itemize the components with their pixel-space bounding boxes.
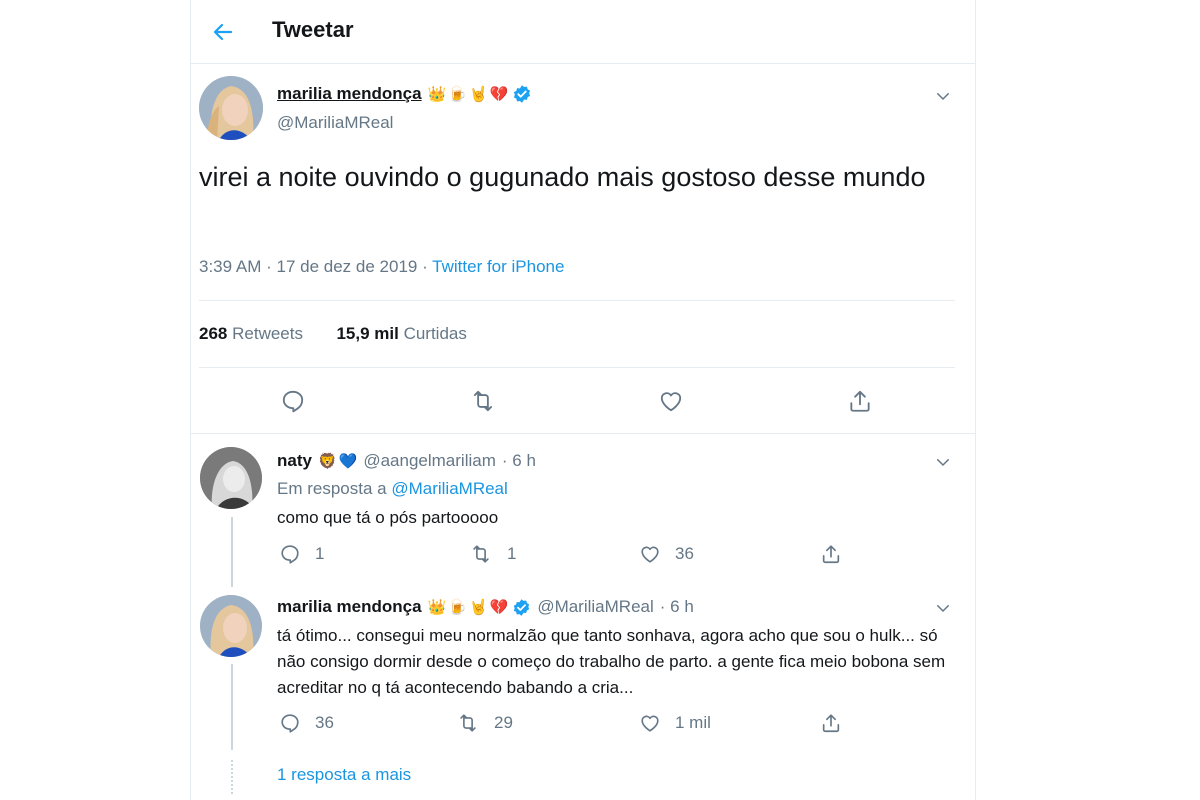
reply-icon [279,712,301,734]
share-icon [820,543,842,565]
reply-time[interactable]: · 6 h [502,451,536,471]
blue-heart-emoji: 💙 [338,451,358,470]
reply-text: tá ótimo... consegui meu normalzão que t… [277,626,946,697]
reply-context: Em resposta a @MariliaMReal [277,479,508,499]
like-icon [658,388,684,414]
reply-to-mention[interactable]: @MariliaMReal [391,479,507,498]
reply-icon [279,543,301,565]
horns-emoji: 🤘 [468,597,488,616]
tweet-column: Tweetar marilia mendonça 👑 🍺 🤘 💔 @Marili… [190,0,976,800]
share-button[interactable] [820,543,842,565]
tweet-source-link[interactable]: Twitter for iPhone [432,257,564,276]
retweets-stat[interactable]: 268 Retweets [199,324,303,343]
crown-emoji: 👑 [427,597,447,616]
author-handle[interactable]: @MariliaMReal [277,113,393,133]
likes-stat[interactable]: 15,9 mil Curtidas [336,324,466,343]
reply-author-handle[interactable]: @aangelmariliam [363,451,496,471]
retweet-count: 1 [507,544,517,563]
chevron-down-icon [934,87,952,105]
meta-separator: · [266,257,277,276]
retweet-icon [469,543,493,565]
verified-badge-icon [512,84,532,104]
retweets-label: Retweets [232,324,303,343]
chevron-down-icon [934,453,952,471]
like-button[interactable]: 1 mil [639,712,711,734]
reply-button[interactable]: 36 [279,712,334,734]
crown-emoji: 👑 [427,84,447,103]
meta-separator: · [422,257,433,276]
tweet-text: virei a noite ouvindo o gugunado mais go… [199,162,926,192]
like-button[interactable] [656,386,686,416]
page-header: Tweetar [191,0,975,64]
show-more-replies-link[interactable]: 1 resposta a mais [277,765,411,785]
retweet-button[interactable] [468,386,498,416]
reply-menu-button[interactable] [931,596,955,620]
beer-emoji: 🍺 [448,84,467,103]
back-arrow-icon [211,20,235,44]
like-button[interactable]: 36 [639,543,694,565]
share-button[interactable] [820,712,842,734]
reply-button[interactable]: 1 [279,543,324,565]
retweets-count: 268 [199,324,228,343]
reply-time[interactable]: · 6 h [660,597,694,617]
author-name[interactable]: marilia mendonça [277,84,422,104]
divider [191,433,975,434]
thread-dots [231,760,233,794]
verified-badge-icon [512,598,531,617]
avatar[interactable] [200,595,262,657]
retweet-count: 29 [494,713,513,732]
tweet-menu-button[interactable] [931,84,955,108]
thread-line [231,517,233,587]
page-title: Tweetar [272,17,354,42]
avatar[interactable] [200,447,262,509]
avatar[interactable] [199,76,263,140]
like-icon [639,712,661,734]
tweet-stats: 268 Retweets 15,9 mil Curtidas [199,324,467,344]
reply-count: 36 [315,713,334,732]
reply-author-name[interactable]: naty [277,451,312,471]
broken-heart-emoji: 💔 [489,84,509,103]
reply-author-row[interactable]: naty 🦁 💙 @aangelmariliam · 6 h [277,451,536,471]
retweet-button[interactable]: 1 [469,543,516,565]
thread-line [231,664,233,750]
reply-author-name[interactable]: marilia mendonça [277,597,422,617]
broken-heart-emoji: 💔 [489,597,509,616]
reply-author-row[interactable]: marilia mendonça 👑 🍺 🤘 💔 @MariliaMReal ·… [277,597,694,617]
tweet-time[interactable]: 3:39 AM [199,257,261,276]
horns-emoji: 🤘 [468,84,488,103]
reply-count: 1 [315,544,325,563]
retweet-button[interactable]: 29 [456,712,513,734]
share-icon [847,388,873,414]
like-count: 1 mil [675,713,711,732]
like-icon [639,543,661,565]
share-icon [820,712,842,734]
chevron-down-icon [934,599,952,617]
reply-text: como que tá o pós partooooo [277,508,499,527]
back-button[interactable] [205,14,241,50]
tweet-date[interactable]: 17 de dez de 2019 [277,257,418,276]
reply-author-handle[interactable]: @MariliaMReal [537,597,653,617]
author-name-row[interactable]: marilia mendonça 👑 🍺 🤘 💔 [277,84,532,104]
lion-emoji: 🦁 [317,451,337,470]
retweet-icon [456,712,480,734]
tweet-actions [191,368,975,432]
likes-count: 15,9 mil [336,324,399,343]
share-button[interactable] [845,386,875,416]
divider [199,300,955,301]
like-count: 36 [675,544,694,563]
tweet-meta: 3:39 AM · 17 de dez de 2019 · Twitter fo… [199,257,564,277]
reply-icon [280,388,306,414]
beer-emoji: 🍺 [448,597,467,616]
retweet-icon [469,388,497,414]
reply-to-prefix: Em resposta a [277,479,387,498]
reply-menu-button[interactable] [931,450,955,474]
likes-label: Curtidas [403,324,467,343]
reply-button[interactable] [278,386,308,416]
